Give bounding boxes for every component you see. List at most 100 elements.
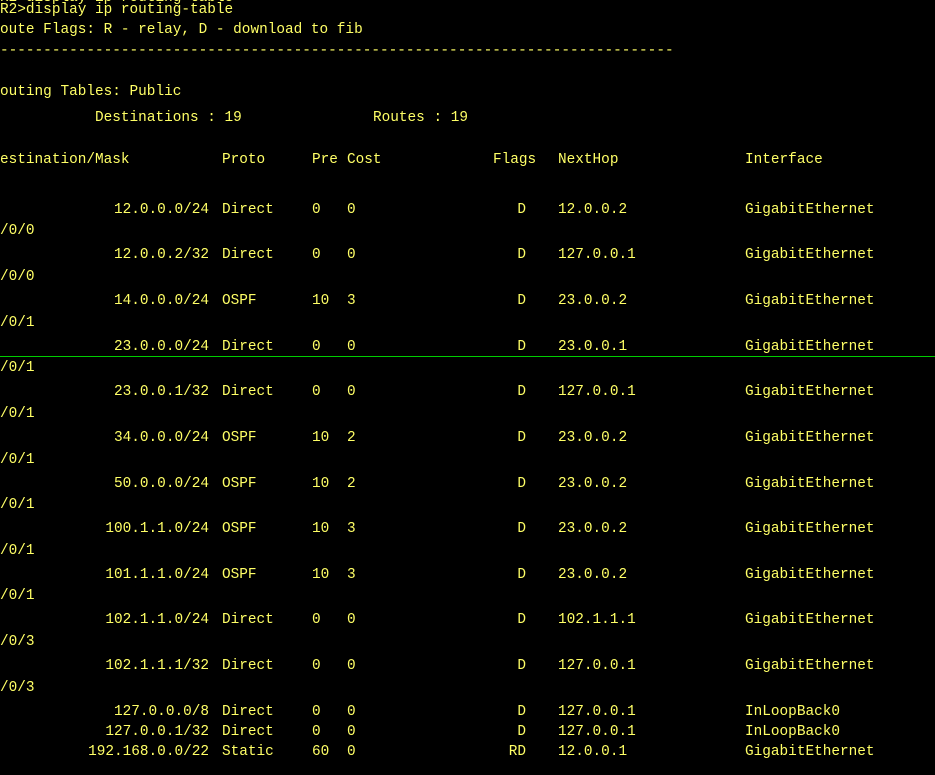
header-pre: Pre bbox=[312, 152, 338, 168]
table-row: 102.1.1.1/32 Direct 0 0 D 127.0.0.1 GigabitEth… bbox=[0, 656, 935, 676]
route-nexthop: 23.0.0.2 bbox=[558, 293, 628, 309]
header-flags: Flags bbox=[493, 152, 537, 168]
header-destination: estination/Mask bbox=[0, 152, 130, 168]
table-row: 192.168.0.0/22 Static 60 0 RD 12.0.0.1 Gigabit… bbox=[0, 742, 935, 762]
route-interface-wrap: /0/3 bbox=[0, 680, 35, 696]
route-interface: GigabitEthernet bbox=[745, 293, 875, 309]
route-proto: Static bbox=[222, 744, 274, 760]
route-interface: GigabitEthernet bbox=[745, 202, 875, 218]
summary-line: Destinations : 19 Routes : 19 bbox=[0, 108, 935, 128]
table-row: 12.0.0.2/32 Direct 0 0 D 127.0.0.1 GigabitEthe… bbox=[0, 245, 935, 265]
route-nexthop: 23.0.0.2 bbox=[558, 521, 628, 537]
table-row: 34.0.0.0/24 OSPF 10 2 D 23.0.0.2 GigabitEthern… bbox=[0, 428, 935, 448]
route-destination: 34.0.0.0/24 bbox=[114, 430, 209, 446]
dashes-line: ----------------------------------------… bbox=[0, 43, 674, 59]
header-proto: Proto bbox=[222, 152, 266, 168]
route-nexthop: 23.0.0.2 bbox=[558, 430, 628, 446]
route-nexthop: 127.0.0.1 bbox=[558, 704, 636, 720]
route-pre: 0 bbox=[312, 658, 321, 674]
route-cost: 3 bbox=[347, 567, 356, 583]
route-proto: OSPF bbox=[222, 567, 257, 583]
route-cost: 0 bbox=[347, 704, 356, 720]
route-flags: D bbox=[517, 567, 526, 583]
table-row: 101.1.1.0/24 OSPF 10 3 D 23.0.0.2 GigabitEther… bbox=[0, 565, 935, 585]
route-pre: 0 bbox=[312, 339, 321, 355]
route-proto: Direct bbox=[222, 247, 274, 263]
terminal-window[interactable]: R2>display ip routing-table R2>display i… bbox=[0, 0, 935, 775]
route-interface: GigabitEthernet bbox=[745, 612, 875, 628]
route-interface-wrap: /0/3 bbox=[0, 634, 35, 650]
route-interface-wrap: /0/1 bbox=[0, 543, 35, 559]
route-flags: D bbox=[517, 430, 526, 446]
route-flags: D bbox=[517, 247, 526, 263]
route-destination: 127.0.0.1/32 bbox=[105, 724, 209, 740]
table-row: 127.0.0.1/32 Direct 0 0 D 127.0.0.1 InLoopBack… bbox=[0, 722, 935, 742]
route-nexthop: 127.0.0.1 bbox=[558, 658, 636, 674]
route-interface-wrap: /0/0 bbox=[0, 269, 35, 285]
route-flags: D bbox=[517, 724, 526, 740]
table-row: 23.0.0.0/24 Direct 0 0 D 23.0.0.1 GigabitEther… bbox=[0, 337, 935, 357]
route-flags: D bbox=[517, 658, 526, 674]
route-cost: 0 bbox=[347, 744, 356, 760]
table-row: 14.0.0.0/24 OSPF 10 3 D 23.0.0.2 GigabitEthern… bbox=[0, 291, 935, 311]
route-flags-line: oute Flags: R - relay, D - download to f… bbox=[0, 22, 363, 38]
route-destination: 102.1.1.1/32 bbox=[105, 658, 209, 674]
route-interface-wrap: /0/1 bbox=[0, 315, 35, 331]
route-proto: Direct bbox=[222, 202, 274, 218]
route-nexthop: 12.0.0.1 bbox=[558, 744, 628, 760]
route-nexthop: 23.0.0.1 bbox=[558, 339, 628, 355]
route-pre: 10 bbox=[312, 293, 330, 309]
route-interface: GigabitEthernet bbox=[745, 247, 875, 263]
route-pre: 0 bbox=[312, 724, 321, 740]
route-proto: Direct bbox=[222, 704, 274, 720]
route-interface: GigabitEthernet bbox=[745, 430, 875, 446]
route-interface: InLoopBack0 bbox=[745, 724, 840, 740]
route-interface: GigabitEthernet bbox=[745, 476, 875, 492]
route-destination: 100.1.1.0/24 bbox=[105, 521, 209, 537]
route-nexthop: 127.0.0.1 bbox=[558, 384, 636, 400]
header-interface: Interface bbox=[745, 152, 823, 168]
route-cost: 2 bbox=[347, 430, 356, 446]
route-proto: Direct bbox=[222, 658, 274, 674]
route-interface: InLoopBack0 bbox=[745, 704, 840, 720]
table-row: 102.1.1.0/24 Direct 0 0 D 102.1.1.1 GigabitEth… bbox=[0, 610, 935, 630]
header-nexthop: NextHop bbox=[558, 152, 619, 168]
route-pre: 10 bbox=[312, 521, 330, 537]
route-destination: 101.1.1.0/24 bbox=[105, 567, 209, 583]
route-pre: 10 bbox=[312, 567, 330, 583]
table-row: 127.0.0.0/8 Direct 0 0 D 127.0.0.1 InLoopBack0 bbox=[0, 702, 935, 722]
routing-tables-title: outing Tables: Public bbox=[0, 84, 182, 100]
selection-rule bbox=[0, 356, 935, 357]
route-destination: 192.168.0.0/22 bbox=[88, 744, 209, 760]
route-destination: 102.1.1.0/24 bbox=[105, 612, 209, 628]
route-pre: 0 bbox=[312, 384, 321, 400]
route-proto: Direct bbox=[222, 339, 274, 355]
route-pre: 0 bbox=[312, 247, 321, 263]
route-interface: GigabitEthernet bbox=[745, 744, 875, 760]
table-row: 100.1.1.0/24 OSPF 10 3 D 23.0.0.2 GigabitEther… bbox=[0, 519, 935, 539]
route-cost: 0 bbox=[347, 339, 356, 355]
route-interface: GigabitEthernet bbox=[745, 521, 875, 537]
route-destination: 12.0.0.0/24 bbox=[114, 202, 209, 218]
table-row: 12.0.0.0/24 Direct 0 0 D 12.0.0.2 GigabitEther… bbox=[0, 200, 935, 220]
route-proto: Direct bbox=[222, 612, 274, 628]
route-destination: 50.0.0.0/24 bbox=[114, 476, 209, 492]
route-destination: 12.0.0.2/32 bbox=[114, 247, 209, 263]
destinations-count: Destinations : 19 bbox=[95, 110, 242, 126]
route-pre: 60 bbox=[312, 744, 330, 760]
route-interface-wrap: /0/1 bbox=[0, 406, 35, 422]
route-cost: 2 bbox=[347, 476, 356, 492]
route-nexthop: 23.0.0.2 bbox=[558, 476, 628, 492]
route-flags: D bbox=[517, 293, 526, 309]
route-proto: OSPF bbox=[222, 430, 257, 446]
route-pre: 10 bbox=[312, 476, 330, 492]
route-flags: D bbox=[517, 521, 526, 537]
route-proto: OSPF bbox=[222, 293, 257, 309]
table-row: 23.0.0.1/32 Direct 0 0 D 127.0.0.1 GigabitEthe… bbox=[0, 382, 935, 402]
routes-count: Routes : 19 bbox=[373, 110, 468, 126]
route-flags: D bbox=[517, 339, 526, 355]
route-nexthop: 127.0.0.1 bbox=[558, 724, 636, 740]
route-cost: 3 bbox=[347, 521, 356, 537]
route-nexthop: 102.1.1.1 bbox=[558, 612, 636, 628]
route-proto: OSPF bbox=[222, 521, 257, 537]
